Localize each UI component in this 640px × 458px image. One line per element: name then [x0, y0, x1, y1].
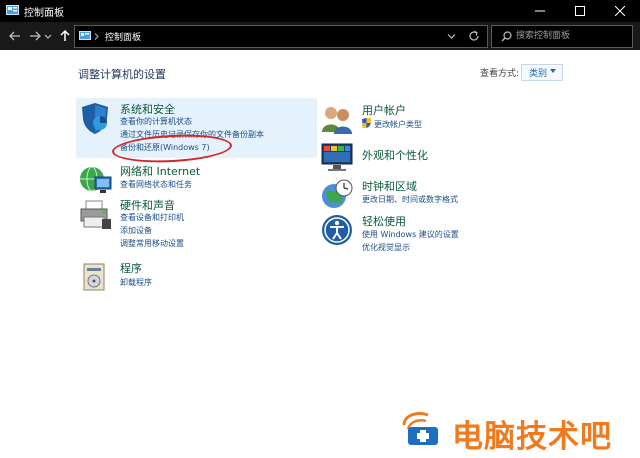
user-accounts-icon[interactable] [320, 102, 354, 136]
category-title[interactable]: 用户帐户 [362, 102, 406, 118]
network-globe-icon[interactable] [78, 163, 112, 197]
shield-icon[interactable] [78, 101, 112, 135]
watermark: 电脑技术吧 [398, 405, 638, 455]
ease-of-access-icon[interactable] [320, 213, 354, 247]
category-title[interactable]: 程序 [120, 260, 142, 276]
breadcrumb-separator-icon[interactable] [94, 33, 99, 40]
page-title: 调整计算机的设置 [78, 68, 166, 81]
category-link[interactable]: 卸载程序 [120, 277, 152, 288]
view-by-label: 查看方式: [480, 69, 520, 79]
category-ease-of-access: 轻松使用 使用 Windows 建议的设置 优化视觉显示 [320, 213, 560, 257]
search-icon [501, 31, 512, 42]
category-hardware-sound: 硬件和声音 查看设备和打印机 添加设备 调整常用移动设置 [78, 197, 318, 253]
category-clock-region: 时钟和区域 更改日期、时间或数字格式 [320, 178, 560, 210]
category-network-internet: 网络和 Internet 查看网络状态和任务 [78, 163, 318, 193]
search-input[interactable] [516, 28, 626, 43]
category-link[interactable]: 查看设备和打印机 [120, 212, 184, 223]
control-panel-app-icon [6, 5, 19, 15]
minimize-icon [535, 10, 545, 12]
category-title[interactable]: 轻松使用 [362, 213, 406, 229]
category-title[interactable]: 外观和个性化 [362, 147, 428, 163]
breadcrumb[interactable]: 控制面板 [105, 30, 141, 43]
category-link[interactable]: 查看网络状态和任务 [120, 179, 192, 190]
printer-icon[interactable] [78, 197, 112, 231]
dropdown-caret-icon [550, 69, 556, 73]
category-programs: 程序 卸载程序 [78, 260, 318, 292]
maximize-button[interactable] [560, 0, 600, 22]
refresh-icon[interactable] [468, 30, 480, 42]
category-user-accounts: 用户帐户 更改帐户类型 [320, 102, 560, 134]
navigation-bar: 控制面板 [0, 22, 640, 50]
recent-locations-chevron-icon[interactable] [44, 29, 52, 43]
category-link[interactable]: 更改帐户类型 [374, 119, 422, 130]
up-arrow-icon[interactable] [58, 29, 72, 43]
category-title[interactable]: 硬件和声音 [120, 197, 175, 213]
category-link[interactable]: 优化视觉显示 [362, 242, 410, 253]
control-panel-icon [79, 31, 91, 40]
category-title[interactable]: 网络和 Internet [120, 163, 200, 179]
category-link[interactable]: 查看你的计算机状态 [120, 116, 192, 127]
category-link[interactable]: 更改日期、时间或数字格式 [362, 194, 458, 205]
close-icon [615, 6, 625, 16]
close-button[interactable] [600, 0, 640, 22]
clock-globe-icon[interactable] [320, 178, 354, 212]
back-arrow-icon[interactable] [8, 29, 22, 43]
category-link[interactable]: 使用 Windows 建议的设置 [362, 229, 459, 240]
view-by-value: 类别 [529, 69, 548, 79]
maximize-icon [575, 6, 585, 16]
window-title: 控制面板 [24, 8, 64, 19]
category-title[interactable]: 系统和安全 [120, 101, 175, 117]
category-link[interactable]: 添加设备 [120, 225, 152, 236]
address-box[interactable]: 控制面板 [74, 25, 488, 48]
view-by-dropdown[interactable]: 类别 [521, 64, 563, 81]
minimize-button[interactable] [520, 0, 560, 22]
category-title[interactable]: 时钟和区域 [362, 178, 417, 194]
watermark-text: 电脑技术吧 [452, 419, 612, 455]
watermark-logo-icon [402, 411, 438, 445]
address-dropdown-chevron-icon[interactable] [447, 33, 456, 40]
category-appearance: 外观和个性化 [320, 140, 560, 172]
forward-arrow-icon[interactable] [28, 29, 42, 43]
uac-shield-icon [362, 118, 371, 128]
appearance-icon[interactable] [320, 140, 354, 174]
search-box[interactable] [491, 25, 633, 48]
programs-icon[interactable] [78, 260, 112, 294]
category-link[interactable]: 调整常用移动设置 [120, 238, 184, 249]
title-bar: 控制面板 [0, 0, 640, 22]
